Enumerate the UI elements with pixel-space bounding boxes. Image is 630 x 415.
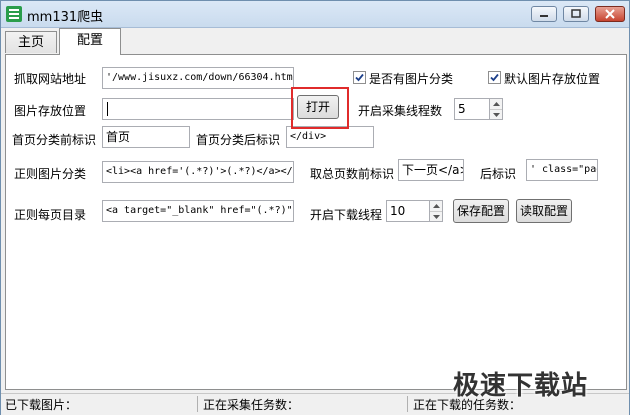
minimize-button[interactable] [531,6,557,22]
spin-down-icon[interactable] [430,212,442,222]
storage-path-label: 图片存放位置 [14,104,87,118]
tab-config[interactable]: 配置 [59,28,121,55]
save-config-button[interactable]: 保存配置 [453,199,509,223]
collect-threads-input[interactable]: 5 [454,98,490,120]
close-icon [605,9,615,19]
highlight-box [291,87,349,129]
app-window: mm131爬虫 主页 配置 抓取网站地址 '/www.jisuxz.com/do… [0,0,630,415]
maximize-icon [571,9,581,18]
title-bar[interactable]: mm131爬虫 [1,1,629,28]
close-button[interactable] [595,6,625,22]
minimize-icon [540,15,548,17]
total-pages-prefix-input[interactable]: 下一页</a> [398,159,464,181]
suffix-input[interactable]: ' class="page [526,159,598,181]
tab-home[interactable]: 主页 [5,31,57,53]
regex-page-dir-input[interactable]: <a target="_blank" href="(.*?)" [102,200,294,222]
default-storage-checkbox[interactable] [488,71,501,84]
collect-threads-label: 开启采集线程数 [358,104,443,118]
status-divider [197,396,198,412]
suffix-label: 后标识 [480,167,517,181]
load-config-button[interactable]: 读取配置 [516,199,572,223]
regex-page-dir-label: 正则每页目录 [14,208,87,222]
download-threads-stepper[interactable] [429,200,443,222]
maximize-button[interactable] [563,6,589,22]
status-collecting: 正在采集任务数： [203,398,300,412]
regex-image-cat-label: 正则图片分类 [14,167,87,181]
has-image-category-label: 是否有图片分类 [369,72,454,86]
app-icon [6,6,22,22]
crawl-url-label: 抓取网站地址 [14,72,87,86]
download-threads-input[interactable]: 10 [386,200,430,222]
crawl-url-input[interactable]: '/www.jisuxz.com/down/66304.html [102,67,294,89]
text-caret [107,102,108,116]
tab-strip: 主页 配置 [5,28,627,55]
check-icon [355,73,364,82]
spin-up-icon[interactable] [430,201,442,212]
default-storage-label: 默认图片存放位置 [504,72,601,86]
collect-threads-stepper[interactable] [489,98,503,120]
has-image-category-checkbox[interactable] [353,71,366,84]
regex-image-cat-input[interactable]: <li><a href='(.*?)'>(.*?)</a></li> [102,161,294,183]
spin-up-icon[interactable] [490,99,502,110]
storage-path-input[interactable] [102,98,294,120]
watermark-text: 极速下载站 [453,371,589,401]
check-icon [490,73,499,82]
home-cat-prefix-input[interactable]: 首页 [102,126,190,148]
home-cat-prefix-label: 首页分类前标识 [12,133,97,147]
spin-down-icon[interactable] [490,110,502,120]
download-threads-label: 开启下载线程 [310,208,383,222]
status-divider [407,396,408,412]
status-downloaded: 已下载图片： [5,398,78,412]
total-pages-prefix-label: 取总页数前标识 [310,167,395,181]
home-cat-suffix-label: 首页分类后标识 [196,133,281,147]
window-title: mm131爬虫 [27,10,104,25]
home-cat-suffix-input[interactable]: </div> [286,126,374,148]
